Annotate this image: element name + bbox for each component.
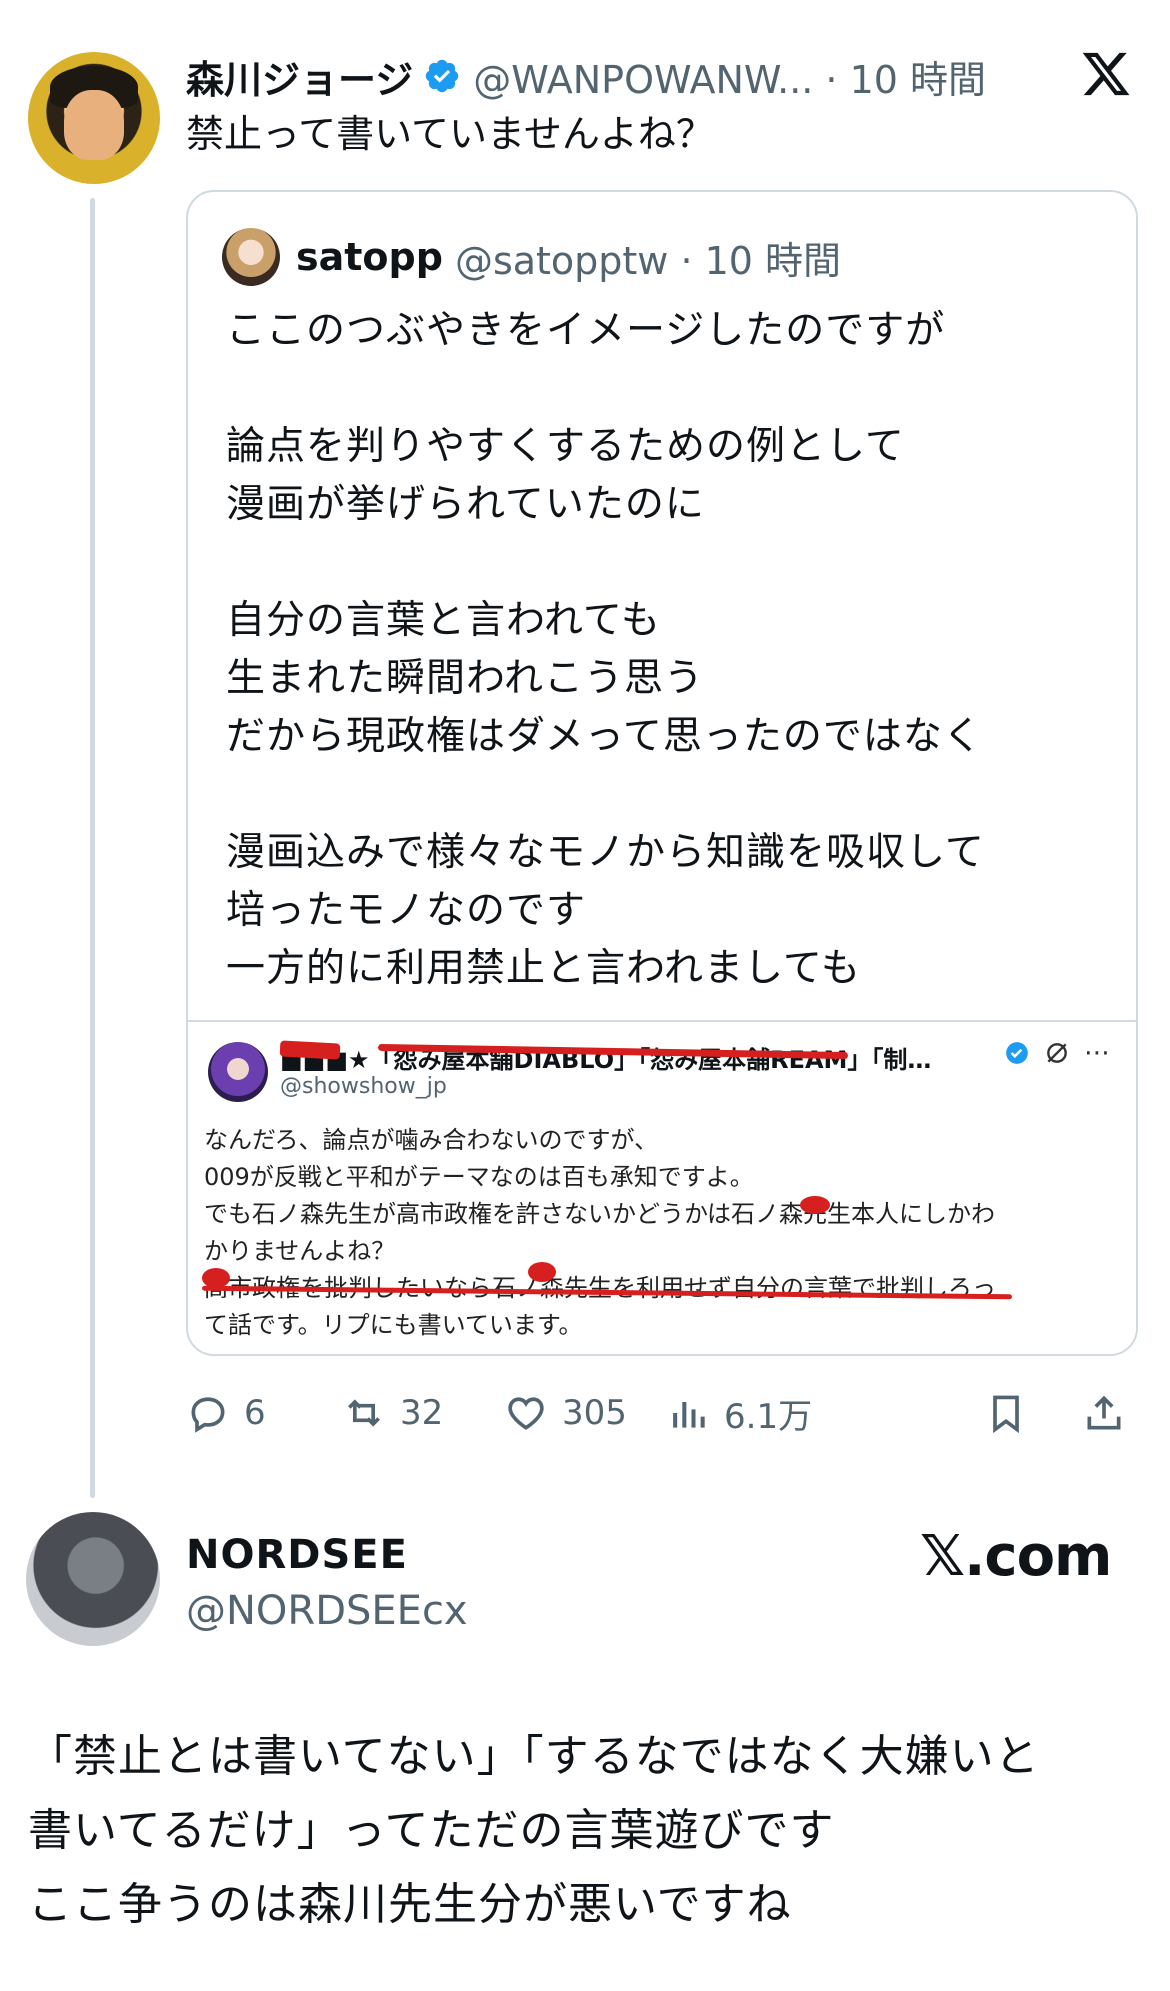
quoted-text-line: 培ったモノなのです (226, 888, 587, 933)
reply-button[interactable]: 6 (186, 1378, 266, 1448)
quoted-text-line: 漫画込みで様々なモノから知識を吸収して (226, 830, 985, 875)
views-count: 6.1万 (724, 1396, 813, 1437)
quoted-text-line: ここのつぶやきをイメージしたのですが (226, 308, 946, 353)
quoted-post-header: satopp @satopptw · 10 時間 (296, 226, 841, 288)
reply-text-line: 書いてるだけ」ってただの言葉遊びです (28, 1805, 835, 1856)
repost-icon (348, 1399, 380, 1427)
reply-text: 「禁止とは書いてない」「するなではなく大嫌いと 書いてるだけ」ってただの言葉遊び… (28, 1720, 1148, 1942)
red-redaction-mark (279, 1040, 341, 1060)
quoted-text-line: 論点を判りやすくするための例として (226, 424, 905, 469)
reply-text-line: ここ争うのは森川先生分が悪いですね (28, 1879, 792, 1930)
verified-badge-icon (426, 59, 459, 93)
screenshot-verified-icon (1006, 1042, 1028, 1064)
reply-author-handle[interactable]: @NORDSEEcx (186, 1588, 468, 1634)
red-redaction-mark (528, 1262, 556, 1282)
bookmark-icon (993, 1395, 1019, 1434)
screenshot-more-icon: ⋯ (1084, 1038, 1110, 1068)
reply-count: 6 (244, 1393, 266, 1433)
repost-count: 32 (400, 1393, 444, 1433)
quoted-post-text: ここのつぶやきをイメージしたのですが 論点を判りやすくするための例として 漫画が… (226, 302, 1106, 998)
reply-author-avatar[interactable] (26, 1512, 160, 1646)
reply-author-name[interactable]: NORDSEE (186, 1532, 408, 1578)
like-button[interactable]: 305 (504, 1378, 627, 1448)
screenshot-text-line: 009が反戦と平和がテーマなのは百も承知ですよ。 (204, 1163, 754, 1191)
x-com-watermark: 𝕏.com (920, 1524, 1112, 1589)
share-button[interactable] (1082, 1378, 1126, 1448)
post-header: 森川ジョージ @WANPOWANW... · 10 時間 (186, 48, 986, 104)
x-logo-icon[interactable] (1080, 48, 1132, 100)
quoted-author-avatar[interactable] (222, 228, 280, 286)
screenshot-text: なんだろ、論点が噛み合わないのですが、 009が反戦と平和がテーマなのは百も承知… (204, 1122, 1124, 1344)
quoted-text-line: 一方的に利用禁止と言われましても (226, 946, 861, 991)
heart-icon (508, 1397, 544, 1430)
quoted-text-line: 生まれた瞬間われこう思う (226, 656, 705, 701)
author-avatar[interactable] (28, 52, 160, 184)
bookmark-button[interactable] (984, 1378, 1028, 1448)
author-handle-and-time[interactable]: @WANPOWANW... · 10 時間 (473, 49, 986, 104)
screenshot-icons: ⋯ (1004, 1038, 1110, 1068)
quoted-text-line: 漫画が挙げられていたのに (226, 482, 705, 527)
thread-connector (90, 198, 95, 1498)
author-display-name[interactable]: 森川ジョージ (186, 49, 413, 104)
screenshot-text-line: かりませんよね？ (204, 1237, 396, 1265)
screenshot-text-line: なんだろ、論点が噛み合わないのですが、 (204, 1126, 659, 1154)
like-count: 305 (562, 1393, 627, 1433)
reply-icon (191, 1397, 225, 1433)
views-button[interactable]: 6.1万 (666, 1378, 812, 1448)
views-chart-icon (673, 1402, 705, 1428)
reply-text-line: 「禁止とは書いてない」「するなではなく大嫌いと (28, 1731, 1040, 1782)
share-icon (1087, 1395, 1121, 1430)
red-redaction-mark (800, 1196, 830, 1214)
screenshot-grok-icon (1047, 1043, 1067, 1063)
repost-button[interactable]: 32 (342, 1378, 443, 1448)
post-text: 禁止って書いていませんよね？ (186, 112, 714, 156)
quoted-text-line: 自分の言葉と言われても (226, 598, 661, 643)
quoted-author-handle-and-time[interactable]: @satopptw · 10 時間 (455, 230, 841, 285)
post-action-bar: 6 32 305 6.1万 (186, 1378, 1138, 1448)
quoted-author-name[interactable]: satopp (296, 235, 443, 279)
screenshot-avatar (208, 1042, 268, 1102)
screenshot-text-line: て話です。リプにも書いています。 (204, 1311, 583, 1339)
screenshot-handle: @showshow_jp (280, 1074, 447, 1099)
quoted-post-card[interactable]: satopp @satopptw · 10 時間 ここのつぶやきをイメージしたの… (186, 190, 1138, 1356)
screenshot-text-line: でも石ノ森先生が高市政権を許さないかどうかは石ノ森先生本人にしかわ (204, 1200, 996, 1228)
embedded-screenshot[interactable]: ■■■★「怨み屋本舗DIABLO」「怨み屋本舗REAM」「制… @showsho… (188, 1020, 1136, 1354)
quoted-text-line: だから現政権はダメって思ったのではなく (226, 714, 983, 759)
